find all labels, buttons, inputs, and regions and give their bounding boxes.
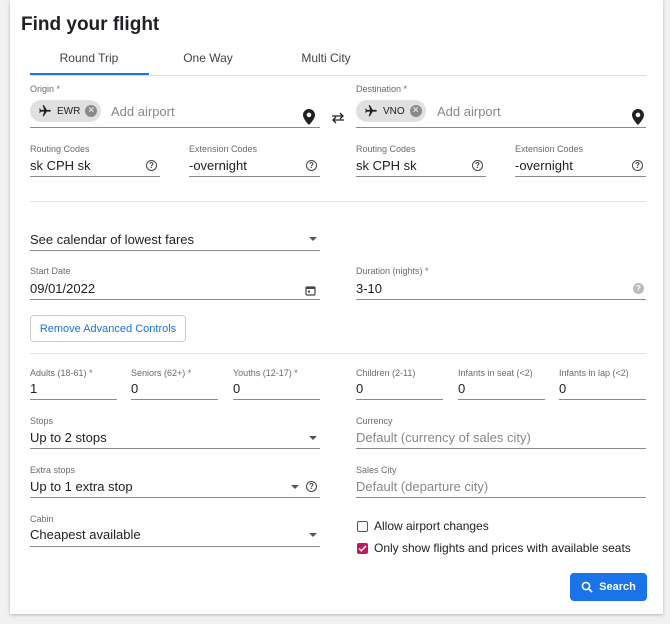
chevron-down-icon[interactable] [291,485,299,489]
help-icon[interactable]: ? [633,283,644,294]
origin-extension-input[interactable]: -overnight [189,158,247,173]
origin-routing-label: Routing Codes [30,144,90,154]
children-underline [356,399,443,400]
chevron-down-icon[interactable] [309,533,317,537]
help-icon[interactable]: ? [146,160,157,171]
youths-label: Youths (12-17) * [233,368,298,378]
tab-multi-city[interactable]: Multi City [267,51,385,65]
remove-destination-icon[interactable]: × [409,105,422,117]
active-tab-indicator [30,73,149,75]
adults-underline [30,399,117,400]
origin-routing-underline [30,176,160,177]
seniors-label: Seniors (62+) * [131,368,192,378]
extra-stops-underline [30,497,320,498]
destination-extension-underline [515,176,646,177]
start-date-underline [30,299,320,300]
cabin-select[interactable]: Cheapest available [30,527,141,542]
help-icon[interactable]: ? [306,160,317,171]
destination-routing-underline [356,176,486,177]
destination-label: Destination * [356,84,408,94]
destination-input[interactable]: Add airport [437,104,501,119]
help-icon[interactable]: ? [472,160,483,171]
checkmark-icon [358,545,367,552]
duration-input[interactable]: 3-10 [356,281,382,296]
start-date-label: Start Date [30,266,71,276]
airplane-icon [364,104,378,118]
chevron-down-icon[interactable] [309,237,317,241]
origin-underline [30,127,320,128]
flight-search-card: Find your flight Round Trip One Way Mult… [10,0,663,614]
origin-chip[interactable]: EWR × [30,100,102,122]
calendar-select[interactable]: See calendar of lowest fares [30,232,194,247]
adults-input[interactable]: 1 [30,381,37,396]
available-seats-checkbox[interactable] [357,543,368,554]
section-divider [30,353,646,354]
duration-label: Duration (nights) * [356,266,429,276]
remove-advanced-controls-button[interactable]: Remove Advanced Controls [30,315,186,342]
destination-chip[interactable]: VNO × [356,100,426,122]
tab-bar-divider [30,75,646,76]
youths-underline [233,399,320,400]
search-icon [581,581,593,593]
destination-extension-input[interactable]: -overnight [515,158,573,173]
help-icon[interactable]: ? [632,160,643,171]
destination-extension-label: Extension Codes [515,144,584,154]
children-input[interactable]: 0 [356,381,363,396]
stops-select[interactable]: Up to 2 stops [30,430,107,445]
extra-stops-label: Extra stops [30,465,76,475]
children-label: Children (2-11) [356,368,416,378]
sales-city-label: Sales City [356,465,397,475]
swap-icon[interactable] [331,111,345,129]
tab-round-trip[interactable]: Round Trip [30,51,148,65]
infants-seat-input[interactable]: 0 [458,381,465,396]
origin-input[interactable]: Add airport [111,104,175,119]
page-title: Find your flight [21,14,160,35]
infants-seat-label: Infants in seat (<2) [458,368,533,378]
search-button[interactable]: Search [570,573,647,601]
infants-lap-label: Infants in lap (<2) [559,368,629,378]
extra-stops-select[interactable]: Up to 1 extra stop [30,479,133,494]
infants-lap-underline [559,399,646,400]
allow-airport-changes-label[interactable]: Allow airport changes [374,519,489,533]
origin-extension-label: Extension Codes [189,144,258,154]
help-icon[interactable]: ? [306,481,317,492]
remove-origin-icon[interactable]: × [85,105,98,117]
infants-seat-underline [458,399,545,400]
origin-extension-underline [189,176,320,177]
chevron-down-icon[interactable] [309,436,317,440]
start-date-input[interactable]: 09/01/2022 [30,281,95,296]
origin-label: Origin * [30,84,61,94]
cabin-underline [30,546,320,547]
currency-input[interactable]: Default (currency of sales city) [356,430,531,445]
stops-label: Stops [30,416,54,426]
available-seats-label[interactable]: Only show flights and prices with availa… [374,541,631,555]
sales-city-underline [356,497,646,498]
origin-routing-input[interactable]: sk CPH sk [30,158,91,173]
destination-chip-label: VNO [383,105,405,117]
section-divider [30,201,646,202]
stops-underline [30,448,320,449]
adults-label: Adults (18-61) * [30,368,93,378]
sales-city-input[interactable]: Default (departure city) [356,479,488,494]
destination-routing-label: Routing Codes [356,144,416,154]
origin-chip-label: EWR [57,105,81,117]
search-button-label: Search [599,581,636,593]
seniors-underline [131,399,218,400]
destination-underline [356,127,646,128]
youths-input[interactable]: 0 [233,381,240,396]
tab-one-way[interactable]: One Way [149,51,267,65]
currency-label: Currency [356,416,393,426]
cabin-label: Cabin [30,514,54,524]
currency-underline [356,448,646,449]
infants-lap-input[interactable]: 0 [559,381,566,396]
seniors-input[interactable]: 0 [131,381,138,396]
airplane-icon [38,104,52,118]
duration-underline [356,299,646,300]
calendar-select-underline [30,250,320,251]
allow-airport-changes-checkbox[interactable] [357,521,368,532]
destination-routing-input[interactable]: sk CPH sk [356,158,417,173]
